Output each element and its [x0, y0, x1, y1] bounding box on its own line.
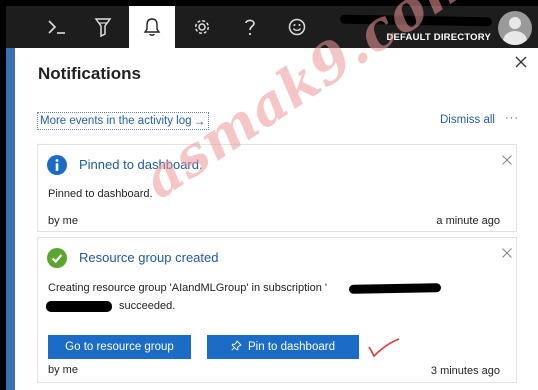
redacted-account-name [339, 14, 493, 27]
arrow-right-icon: → [193, 114, 206, 128]
notification-card-pinned[interactable]: Pinned to dashboard. Pinned to dashboard… [37, 144, 517, 232]
notification-card-resource-group[interactable]: Resource group created Creating resource… [37, 237, 517, 383]
close-icon[interactable] [501, 154, 513, 166]
portal-top-bar: DEFAULT DIRECTORY [6, 6, 538, 48]
red-checkmark-annotation [368, 338, 400, 358]
directory-filter-icon [94, 18, 112, 37]
smiley-icon [288, 18, 306, 36]
screenshot-frame: DEFAULT DIRECTORY Notifications More eve… [0, 0, 538, 390]
user-avatar-button[interactable] [498, 11, 532, 45]
feedback-button[interactable] [274, 6, 320, 48]
notification-time: a minute ago [436, 215, 500, 227]
settings-button[interactable] [179, 6, 225, 48]
notifications-bell-button[interactable] [129, 6, 175, 48]
directory-subscription-filter-button[interactable] [80, 6, 126, 48]
help-button[interactable] [227, 6, 273, 48]
info-icon [47, 155, 67, 175]
help-icon [245, 19, 255, 36]
notification-body-end: succeeded. [119, 300, 176, 312]
dismiss-all-link[interactable]: Dismiss all [440, 114, 495, 126]
go-to-resource-group-button[interactable]: Go to resource group [48, 335, 191, 359]
cloud-shell-icon [48, 20, 65, 34]
notification-author: by me [48, 364, 78, 376]
pin-icon [231, 340, 242, 354]
directory-label: DEFAULT DIRECTORY [386, 32, 491, 43]
cloud-shell-button[interactable] [34, 6, 80, 48]
notification-body: Pinned to dashboard. [48, 188, 153, 200]
pin-to-dashboard-label: Pin to dashboard [248, 341, 335, 353]
more-options-icon[interactable]: ··· [505, 112, 519, 124]
activity-log-link-label: More events in the activity log [40, 115, 192, 127]
avatar-icon [509, 17, 521, 29]
notification-author: by me [48, 215, 78, 227]
close-icon[interactable] [501, 247, 513, 259]
close-icon[interactable] [513, 54, 529, 70]
activity-log-link[interactable]: More events in the activity log → [37, 112, 209, 130]
notification-body: Creating resource group 'AIandMLGroup' i… [48, 282, 328, 294]
redacted-subscription [348, 283, 442, 294]
notification-title: Pinned to dashboard. [79, 157, 203, 172]
panel-edge-strip [6, 48, 15, 390]
notifications-panel: Notifications More events in the activit… [15, 48, 538, 390]
notification-title: Resource group created [79, 250, 219, 265]
notification-time: 3 minutes ago [430, 365, 500, 377]
bell-icon [143, 18, 161, 36]
panel-title: Notifications [38, 64, 141, 83]
success-check-icon [47, 248, 67, 268]
gear-icon [194, 19, 210, 35]
pin-to-dashboard-button[interactable]: Pin to dashboard [207, 335, 359, 359]
redacted-subscription-continued [46, 301, 112, 312]
